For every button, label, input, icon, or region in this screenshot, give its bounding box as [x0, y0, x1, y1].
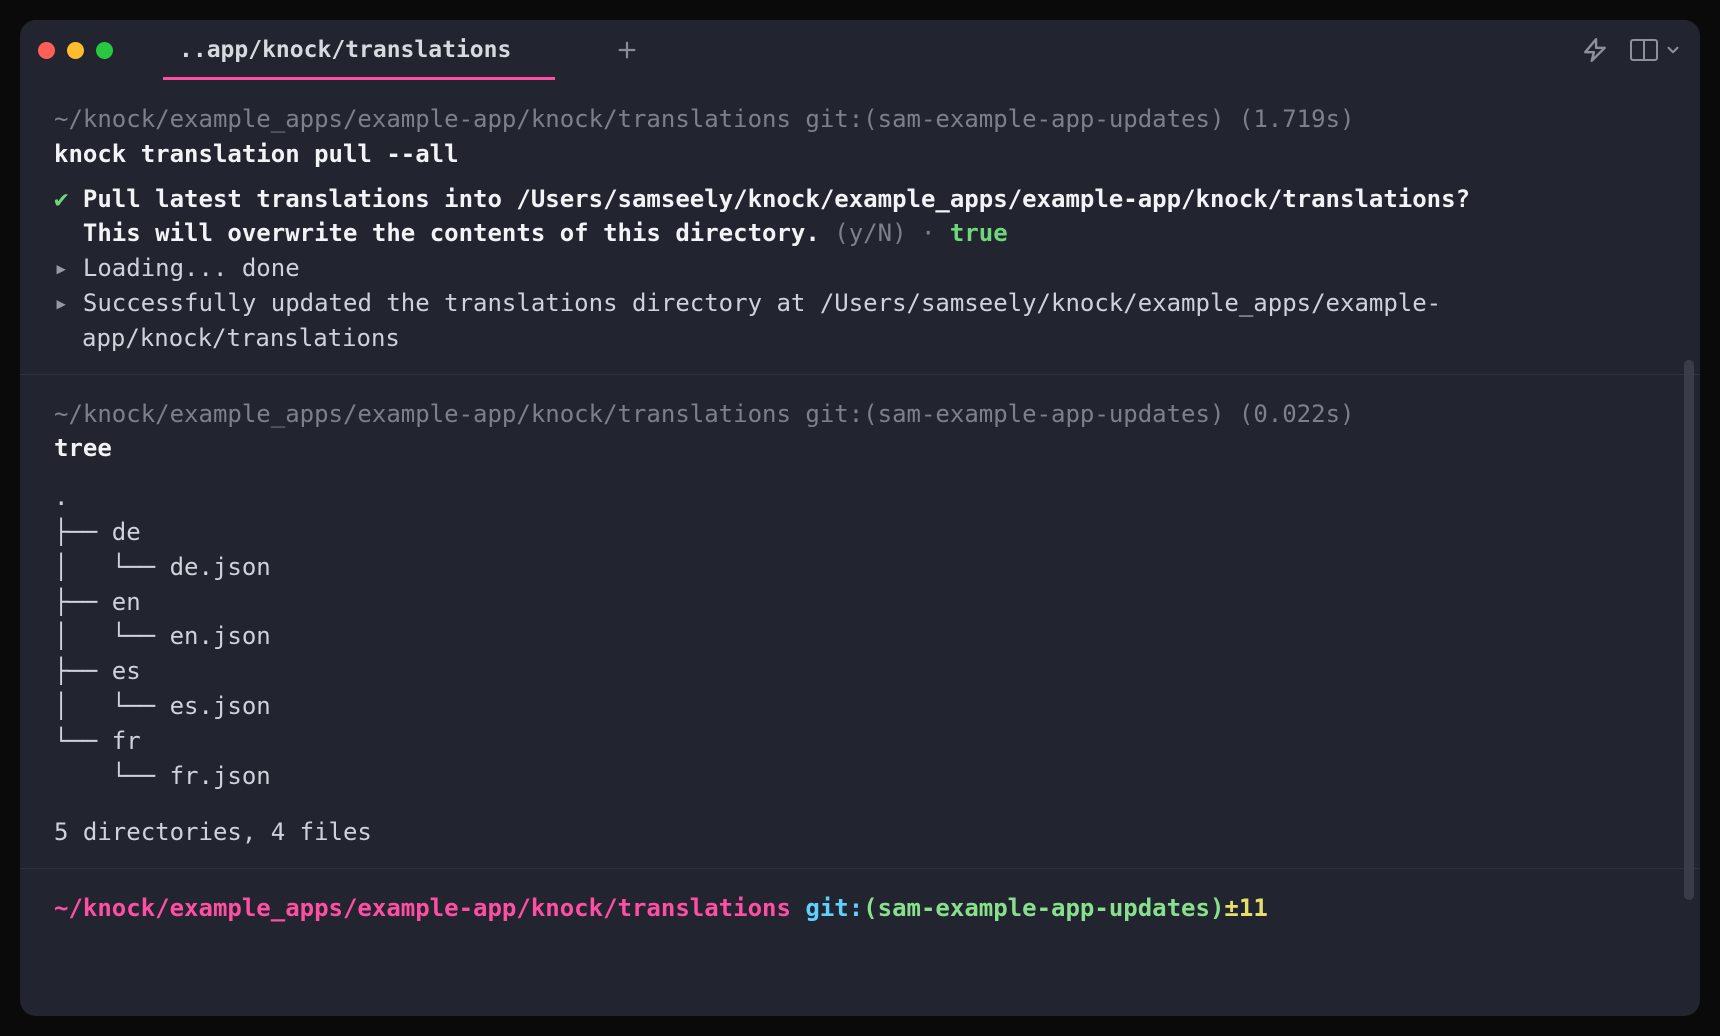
git-prefix: git:(	[805, 105, 877, 133]
triangle-icon: ▸	[54, 254, 68, 282]
tree-line: │ └── es.json	[54, 689, 1666, 724]
close-window-button[interactable]	[38, 42, 55, 59]
success-text: Successfully updated the translations di…	[82, 289, 1441, 352]
git-branch: sam-example-app-updates	[878, 105, 1210, 133]
git-prefix: git:(	[805, 400, 877, 428]
prompt-line: ~/knock/example_apps/example-app/knock/t…	[54, 102, 1666, 137]
cwd: ~/knock/example_apps/example-app/knock/t…	[54, 894, 791, 922]
tree-line: ├── en	[54, 585, 1666, 620]
confirm-answer: true	[950, 219, 1008, 247]
yn-hint: (y/N)	[834, 219, 906, 247]
triangle-icon: ▸	[54, 289, 68, 317]
tree-line: │ └── de.json	[54, 550, 1666, 585]
confirm-question: Pull latest translations into /Users/sam…	[83, 185, 1470, 213]
bolt-icon	[1582, 37, 1608, 63]
new-tab-button[interactable]	[607, 30, 647, 70]
minimize-window-button[interactable]	[67, 42, 84, 59]
maximize-window-button[interactable]	[96, 42, 113, 59]
terminal-body[interactable]: ~/knock/example_apps/example-app/knock/t…	[20, 80, 1700, 1016]
current-prompt-block[interactable]: ~/knock/example_apps/example-app/knock/t…	[20, 869, 1700, 966]
separator-dot: ·	[921, 219, 935, 247]
tree-line: └── fr	[54, 724, 1666, 759]
confirm-warning: This will overwrite the contents of this…	[83, 219, 820, 247]
output-line: This will overwrite the contents of this…	[54, 216, 1666, 251]
git-branch: sam-example-app-updates	[878, 400, 1210, 428]
traffic-lights	[38, 42, 113, 59]
terminal-window: ..app/knock/translations ~/knock/example…	[20, 20, 1700, 1016]
command-block-2: ~/knock/example_apps/example-app/knock/t…	[20, 375, 1700, 870]
paren: (	[863, 894, 877, 922]
tree-line: └── fr.json	[54, 759, 1666, 794]
check-icon: ✔	[54, 185, 68, 213]
tree-line: ├── es	[54, 654, 1666, 689]
ai-command-button[interactable]	[1582, 37, 1608, 63]
tree-line: │ └── en.json	[54, 619, 1666, 654]
tree-line: .	[54, 480, 1666, 515]
timing: (0.022s)	[1239, 400, 1355, 428]
plus-icon	[616, 39, 638, 61]
git-dirty: ±11	[1224, 894, 1267, 922]
command-text: knock translation pull --all	[54, 137, 1666, 172]
timing: (1.719s)	[1239, 105, 1355, 133]
command-block-1: ~/knock/example_apps/example-app/knock/t…	[20, 80, 1700, 375]
cwd: ~/knock/example_apps/example-app/knock/t…	[54, 105, 791, 133]
split-pane-button[interactable]	[1630, 39, 1682, 61]
titlebar: ..app/knock/translations	[20, 20, 1700, 80]
chevron-down-icon	[1664, 41, 1682, 59]
git-suffix: )	[1210, 105, 1224, 133]
paren: )	[1210, 894, 1224, 922]
git-suffix: )	[1210, 400, 1224, 428]
active-tab[interactable]: ..app/knock/translations	[153, 20, 537, 80]
prompt-line[interactable]: ~/knock/example_apps/example-app/knock/t…	[54, 891, 1666, 926]
cwd: ~/knock/example_apps/example-app/knock/t…	[54, 400, 791, 428]
prompt-line: ~/knock/example_apps/example-app/knock/t…	[54, 397, 1666, 432]
loading-text: Loading... done	[83, 254, 300, 282]
output-line: ▸ Successfully updated the translations …	[54, 286, 1666, 356]
tab-title: ..app/knock/translations	[179, 37, 511, 63]
split-pane-icon	[1630, 39, 1658, 61]
scrollbar[interactable]	[1684, 360, 1694, 900]
output-line: ▸ Loading... done	[54, 251, 1666, 286]
git-branch: sam-example-app-updates	[878, 894, 1210, 922]
command-text: tree	[54, 431, 1666, 466]
tree-line: ├── de	[54, 515, 1666, 550]
titlebar-actions	[1582, 37, 1682, 63]
tree-summary: 5 directories, 4 files	[54, 815, 1666, 850]
output-line: ✔ Pull latest translations into /Users/s…	[54, 182, 1666, 217]
git-word: git:	[805, 894, 863, 922]
